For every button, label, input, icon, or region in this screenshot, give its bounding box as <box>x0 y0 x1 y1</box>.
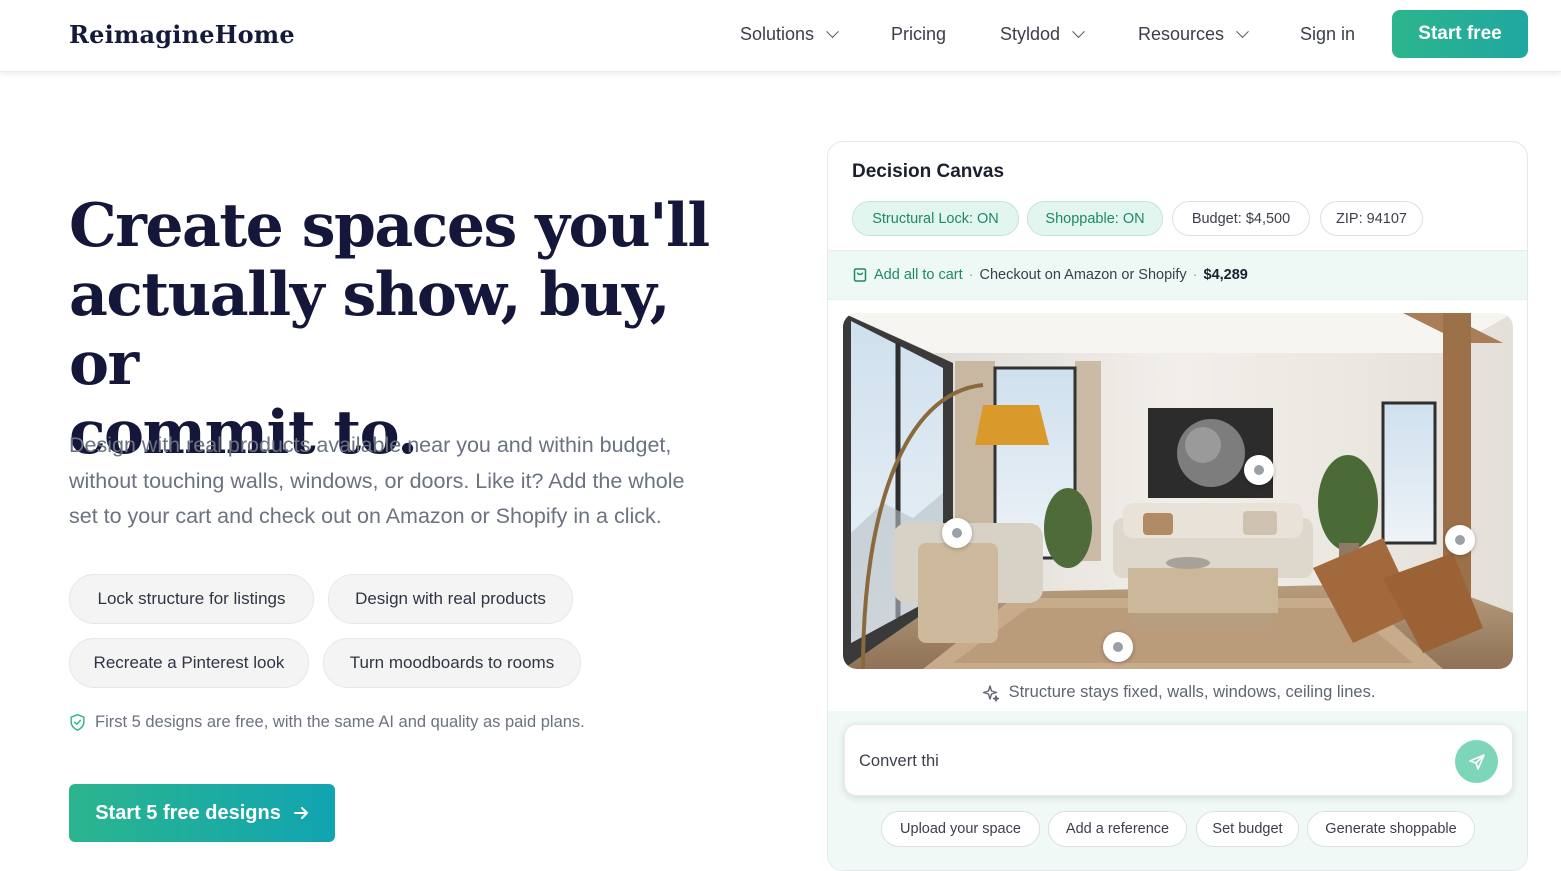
chip-real-products[interactable]: Design with real products <box>328 574 573 624</box>
nav-styldod-label: Styldod <box>1000 24 1061 44</box>
hero-title: Create spaces you'll actually show, buy,… <box>69 192 749 468</box>
separator-dot: · <box>968 267 974 283</box>
top-navbar: ReimagineHome Solutions Pricing Styldod … <box>0 0 1561 72</box>
hero-subtitle: Design with real products available near… <box>69 428 759 535</box>
hero-subtitle-line: Design with real products available near… <box>69 433 672 457</box>
decision-canvas-card: Decision Canvas Structural Lock: ON Shop… <box>827 141 1528 871</box>
pill-shoppable[interactable]: Shoppable: ON <box>1027 201 1163 236</box>
add-reference-button[interactable]: Add a reference <box>1048 811 1187 847</box>
sign-in-link[interactable]: Sign in <box>1300 24 1355 45</box>
brand-logo[interactable]: ReimagineHome <box>69 20 295 49</box>
cart-bar: Add all to cart · Checkout on Amazon or … <box>828 250 1527 300</box>
nav-solutions[interactable]: Solutions <box>740 24 839 45</box>
pill-structural-lock[interactable]: Structural Lock: ON <box>852 201 1019 236</box>
separator-dot: · <box>1192 267 1198 283</box>
free-designs-note: First 5 designs are free, with the same … <box>69 713 585 732</box>
hero-subtitle-line: without touching walls, windows, or door… <box>69 468 685 493</box>
start-free-designs-button[interactable]: Start 5 free designs <box>69 784 335 842</box>
canvas-title: Decision Canvas <box>852 161 1005 182</box>
checkout-text: Checkout on Amazon or Shopify <box>979 267 1187 283</box>
chip-pinterest-look[interactable]: Recreate a Pinterest look <box>69 638 309 688</box>
free-note-text: First 5 designs are free, with the same … <box>95 713 585 731</box>
send-icon <box>1468 753 1485 770</box>
add-all-to-cart-link[interactable]: Add all to cart <box>874 267 963 283</box>
structure-note: Structure stays fixed, walls, windows, c… <box>828 683 1527 702</box>
product-hotspot[interactable] <box>1244 455 1274 485</box>
hero-title-line: actually show, buy, or <box>69 260 671 399</box>
product-hotspot[interactable] <box>1445 525 1475 555</box>
chip-lock-structure[interactable]: Lock structure for listings <box>69 574 314 624</box>
living-room-illustration <box>843 313 1513 669</box>
set-budget-button[interactable]: Set budget <box>1196 811 1299 847</box>
hero-title-line: Create spaces you'll <box>69 191 710 261</box>
prompt-input[interactable] <box>859 747 1439 775</box>
pill-zip[interactable]: ZIP: 94107 <box>1320 201 1423 236</box>
prompt-box <box>844 724 1513 796</box>
structure-note-text: Structure stays fixed, walls, windows, c… <box>1008 683 1376 701</box>
shopping-bag-icon <box>853 268 867 282</box>
nav-pricing-label: Pricing <box>891 24 947 44</box>
chevron-down-icon <box>1236 25 1249 39</box>
room-render-image[interactable] <box>843 313 1513 669</box>
chip-moodboards[interactable]: Turn moodboards to rooms <box>323 638 581 688</box>
cta-label: Start 5 free designs <box>95 801 281 824</box>
nav-resources-label: Resources <box>1138 24 1225 44</box>
nav-styldod[interactable]: Styldod <box>1000 24 1085 45</box>
nav-solutions-label: Solutions <box>740 24 815 44</box>
send-button[interactable] <box>1455 740 1498 783</box>
chevron-down-icon <box>826 25 839 39</box>
generate-shoppable-button[interactable]: Generate shoppable <box>1307 811 1475 847</box>
nav-pricing[interactable]: Pricing <box>891 24 946 45</box>
sparkles-icon <box>982 684 999 702</box>
arrow-right-icon <box>293 807 308 819</box>
chevron-down-icon <box>1072 25 1085 39</box>
upload-space-button[interactable]: Upload your space <box>881 811 1040 847</box>
start-free-button[interactable]: Start free <box>1392 10 1528 58</box>
pill-budget[interactable]: Budget: $4,500 <box>1172 201 1310 236</box>
cart-total: $4,289 <box>1203 267 1248 283</box>
nav-resources[interactable]: Resources <box>1138 24 1249 45</box>
product-hotspot[interactable] <box>1103 632 1133 662</box>
product-hotspot[interactable] <box>942 518 972 548</box>
shield-check-icon <box>70 713 85 731</box>
hero-subtitle-line: set to your cart and check out on Amazon… <box>69 504 662 528</box>
